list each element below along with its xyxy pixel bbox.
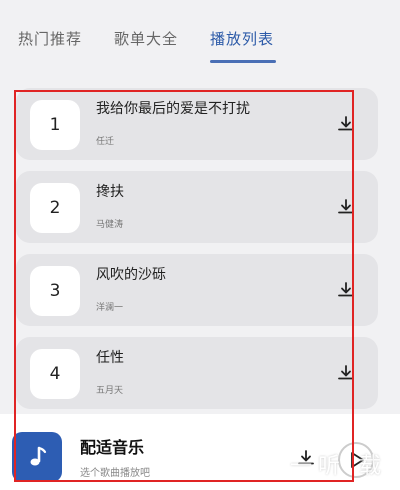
track-number: 1 bbox=[30, 100, 80, 150]
player-subtitle: 选个歌曲播放吧 bbox=[80, 468, 150, 479]
list-item[interactable]: 2 搀扶 马健涛 bbox=[16, 171, 378, 243]
song-artist: 马健涛 bbox=[96, 220, 124, 230]
song-title: 任性 bbox=[96, 350, 124, 366]
app-logo bbox=[12, 432, 62, 482]
list-item[interactable]: 3 风吹的沙砾 洋澜一 bbox=[16, 254, 378, 326]
download-icon[interactable] bbox=[336, 197, 356, 217]
download-icon[interactable] bbox=[336, 280, 356, 300]
tab-hot-recommend[interactable]: 热门推荐 bbox=[18, 28, 82, 49]
track-number: 3 bbox=[30, 266, 80, 316]
track-number: 4 bbox=[30, 349, 80, 399]
tab-play-list[interactable]: 播放列表 bbox=[210, 28, 274, 49]
watermark-logo-icon bbox=[252, 442, 271, 478]
song-title: 搀扶 bbox=[96, 184, 124, 200]
song-title: 我给你最后的爱是不打扰 bbox=[96, 101, 250, 117]
song-artist: 洋澜一 bbox=[96, 303, 124, 313]
watermark-text: 一听 载 bbox=[290, 454, 387, 479]
song-artist: 五月天 bbox=[96, 386, 124, 396]
download-icon[interactable] bbox=[336, 114, 356, 134]
app-name: 配适音乐 bbox=[80, 438, 145, 457]
list-item[interactable]: 1 我给你最后的爱是不打扰 任迁 bbox=[16, 88, 378, 160]
download-icon[interactable] bbox=[336, 363, 356, 383]
tab-playlist-collection[interactable]: 歌单大全 bbox=[114, 28, 178, 49]
tab-bar: 热门推荐 歌单大全 播放列表 bbox=[0, 0, 400, 66]
track-number: 2 bbox=[30, 183, 80, 233]
song-artist: 任迁 bbox=[96, 137, 115, 147]
active-tab-indicator bbox=[210, 60, 276, 63]
playlist: 1 我给你最后的爱是不打扰 任迁 2 搀扶 马健涛 3 风吹的沙砾 洋澜一 4 … bbox=[0, 78, 400, 414]
music-note-icon bbox=[30, 446, 47, 466]
song-title: 风吹的沙砾 bbox=[96, 267, 166, 283]
list-item[interactable]: 4 任性 五月天 bbox=[16, 337, 378, 409]
